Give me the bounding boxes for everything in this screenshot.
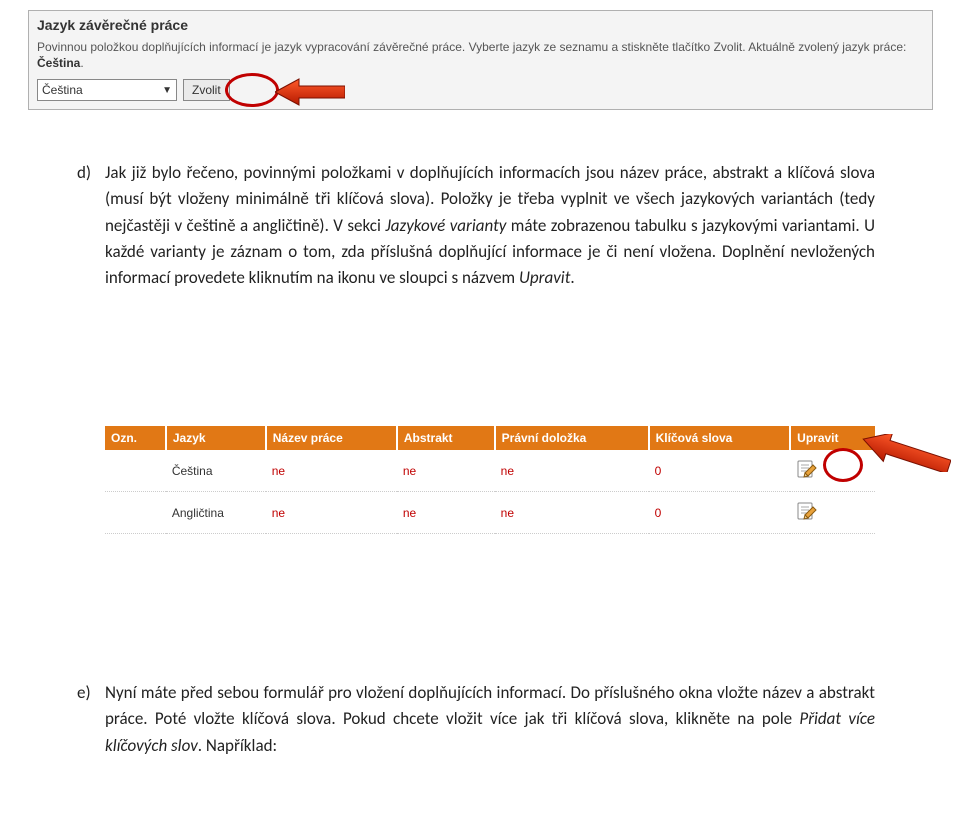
paragraph-e-marker: e) bbox=[77, 680, 91, 706]
td-klicova: 0 bbox=[649, 492, 791, 534]
paragraph-e-t1: Nyní máte před sebou formulář pro vložen… bbox=[105, 682, 875, 729]
paragraph-e: e) Nyní máte před sebou formulář pro vlo… bbox=[105, 680, 875, 759]
th-abstrakt: Abstrakt bbox=[397, 426, 495, 450]
th-ozn: Ozn. bbox=[105, 426, 166, 450]
edit-icon[interactable] bbox=[796, 500, 818, 522]
td-nazev: ne bbox=[266, 450, 397, 492]
language-select-value: Čeština bbox=[42, 83, 83, 97]
paragraph-d-i2: Upravit bbox=[519, 267, 570, 288]
variants-table: Ozn. Jazyk Název práce Abstrakt Právní d… bbox=[105, 426, 875, 534]
panel-body-post: . bbox=[80, 56, 83, 70]
red-arrow-icon bbox=[275, 77, 345, 107]
td-abstrakt: ne bbox=[397, 492, 495, 534]
paragraph-e-t2: . Například: bbox=[198, 735, 277, 756]
td-dolozka: ne bbox=[495, 450, 649, 492]
table-row: Čeština ne ne ne 0 bbox=[105, 450, 875, 492]
paragraph-d-marker: d) bbox=[77, 160, 91, 186]
panel-body-pre: Povinnou položkou doplňujících informací… bbox=[37, 40, 906, 54]
th-jazyk: Jazyk bbox=[166, 426, 266, 450]
panel-title: Jazyk závěrečné práce bbox=[37, 17, 924, 33]
highlight-circle bbox=[225, 73, 279, 107]
td-edit bbox=[790, 492, 875, 534]
zvolit-button[interactable]: Zvolit bbox=[183, 79, 230, 101]
panel-body: Povinnou položkou doplňujících informací… bbox=[37, 39, 924, 71]
th-dolozka: Právní doložka bbox=[495, 426, 649, 450]
panel-controls: Čeština ▼ Zvolit bbox=[37, 79, 924, 101]
td-dolozka: ne bbox=[495, 492, 649, 534]
red-arrow-icon bbox=[861, 434, 951, 472]
paragraph-d-t3: . bbox=[570, 267, 574, 288]
td-ozn bbox=[105, 450, 166, 492]
paragraph-d: d) Jak již bylo řečeno, povinnými položk… bbox=[105, 160, 875, 292]
td-nazev: ne bbox=[266, 492, 397, 534]
edit-icon[interactable] bbox=[796, 458, 818, 480]
table-header-row: Ozn. Jazyk Název práce Abstrakt Právní d… bbox=[105, 426, 875, 450]
th-nazev: Název práce bbox=[266, 426, 397, 450]
td-klicova: 0 bbox=[649, 450, 791, 492]
td-lang: Čeština bbox=[166, 450, 266, 492]
variants-table-wrapper: Ozn. Jazyk Název práce Abstrakt Právní d… bbox=[105, 426, 875, 534]
language-panel: Jazyk závěrečné práce Povinnou položkou … bbox=[28, 10, 933, 110]
table-row: Angličtina ne ne ne 0 bbox=[105, 492, 875, 534]
language-select[interactable]: Čeština ▼ bbox=[37, 79, 177, 101]
td-abstrakt: ne bbox=[397, 450, 495, 492]
th-klicova: Klíčová slova bbox=[649, 426, 791, 450]
paragraph-d-i1: Jazykové varianty bbox=[385, 215, 506, 236]
chevron-down-icon: ▼ bbox=[162, 85, 172, 96]
td-ozn bbox=[105, 492, 166, 534]
td-lang: Angličtina bbox=[166, 492, 266, 534]
panel-body-bold: Čeština bbox=[37, 56, 80, 70]
